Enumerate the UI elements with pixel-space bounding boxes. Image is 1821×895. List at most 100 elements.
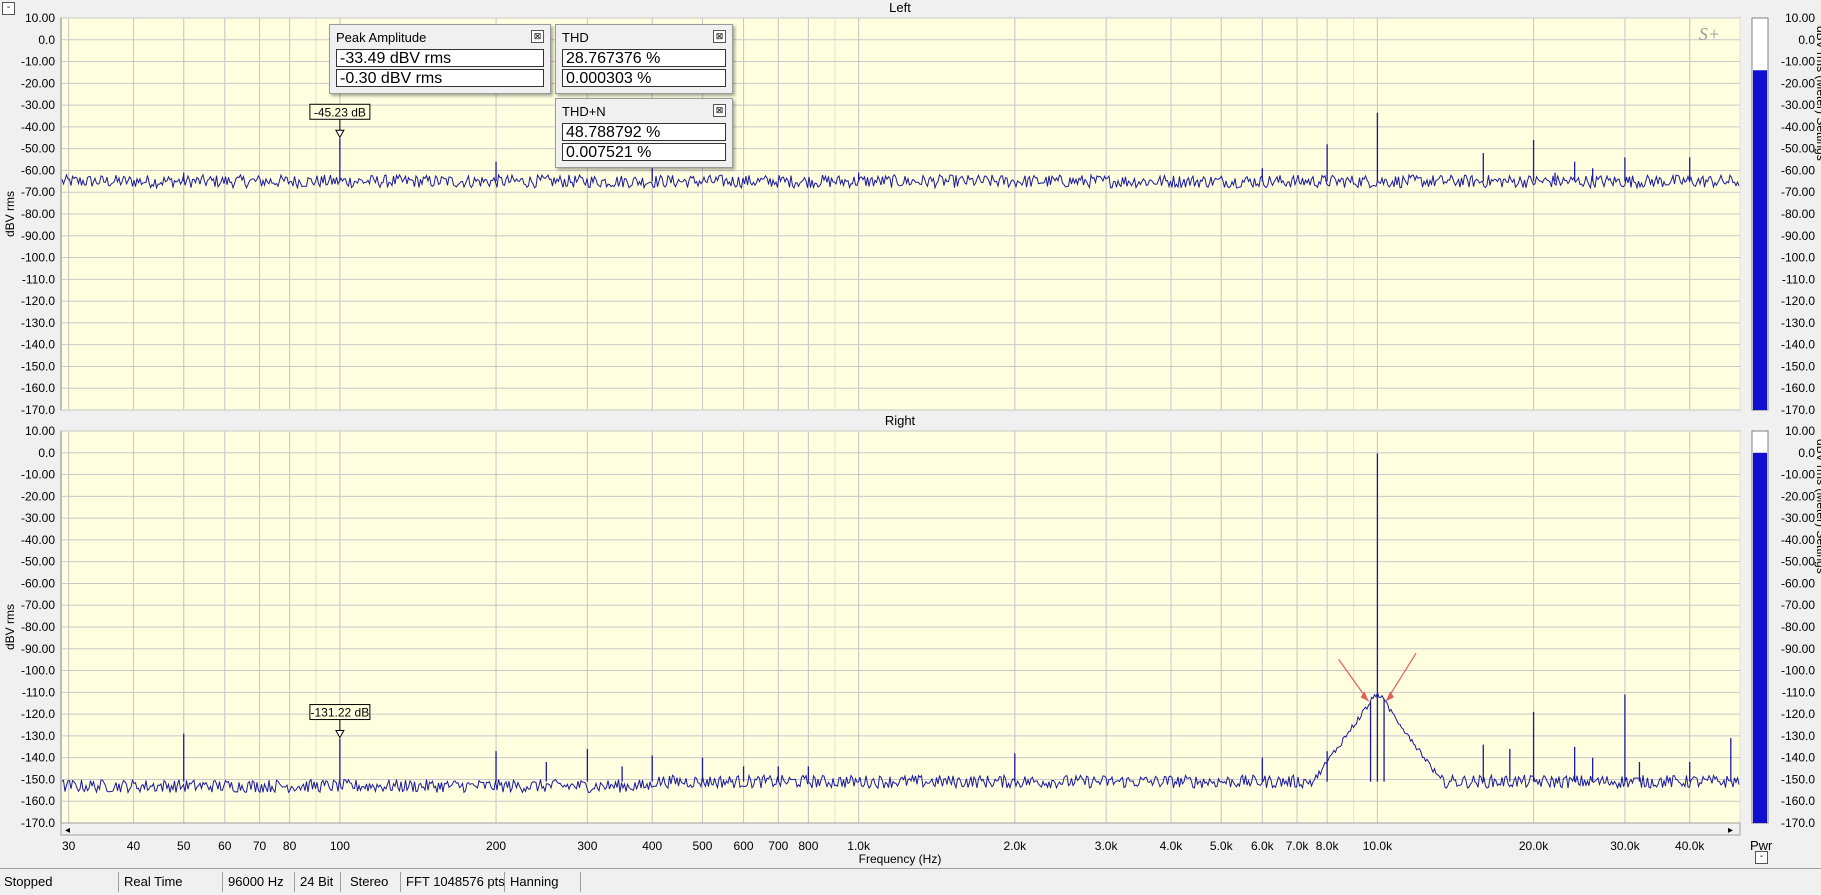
meter-tick-label: -100.0: [1781, 664, 1815, 678]
y-tick-label: -90.00: [21, 642, 55, 656]
x-tick-label: 800: [798, 839, 818, 853]
status-rate: 96000 Hz: [224, 872, 295, 892]
y-tick-label: -140.0: [21, 751, 55, 765]
meter-tick-label: -40.00: [1781, 533, 1815, 547]
y-tick-label: -170.0: [21, 816, 55, 830]
x-tick-label: 80: [283, 839, 297, 853]
peak-amplitude-left: -33.49 dBV rms: [336, 49, 544, 67]
y-tick-label: -40.00: [21, 120, 55, 134]
y-tick-label: -150.0: [21, 359, 55, 373]
scroll-left-icon[interactable]: ◂: [65, 825, 70, 836]
thdn-box[interactable]: THD+N ⊠ 48.788792 % 0.007521 %: [555, 98, 733, 168]
x-tick-label: 40: [127, 839, 141, 853]
thdn-left: 48.788792 %: [562, 123, 726, 141]
y-tick-label: -10.00: [21, 468, 55, 482]
meter-axis-label: dBV rms (Meter) Settings: [1814, 26, 1821, 161]
meter-tick-label: -130.0: [1781, 729, 1815, 743]
y-tick-label: 0.0: [38, 33, 55, 47]
y-tick-label: -30.00: [21, 98, 55, 112]
status-bits: 24 Bit: [296, 872, 341, 892]
y-tick-label: 10.00: [25, 424, 55, 438]
x-tick-label: 10.0k: [1363, 839, 1393, 853]
meter-tick-label: -20.00: [1781, 76, 1815, 90]
y-tick-label: -20.00: [21, 489, 55, 503]
y-tick-label: -160.0: [21, 794, 55, 808]
meter-tick-label: 0.0: [1798, 33, 1815, 47]
meter-tick-label: -20.00: [1781, 489, 1815, 503]
y-tick-label: -100.0: [21, 251, 55, 265]
meter-tick-label: -40.00: [1781, 120, 1815, 134]
y-tick-label: -80.00: [21, 620, 55, 634]
meter-tick-label: -80.00: [1781, 620, 1815, 634]
panel-title: Left: [889, 0, 911, 15]
y-tick-label: 10.00: [25, 11, 55, 25]
meter-tick-label: -50.00: [1781, 142, 1815, 156]
x-tick-label: 300: [577, 839, 597, 853]
left-channel-panel: Left10.00 10.000.0 0.0-10.00 -10.00-20.00 -2…: [0, 0, 1821, 417]
x-tick-label: 50: [177, 839, 191, 853]
meter-tick-label: 10.00: [1785, 424, 1815, 438]
peak-amplitude-box[interactable]: Peak Amplitude ⊠ -33.49 dBV rms -0.30 dB…: [329, 24, 551, 94]
meter-tick-label: -110.0: [1782, 685, 1815, 699]
analyzer-canvas: Left10.00 10.000.0 0.0-10.00 -10.00-20.00 -2…: [0, 0, 1821, 866]
y-axis-label: dBV rms: [3, 191, 17, 237]
meter-tick-label: -160.0: [1781, 381, 1815, 395]
y-axis-label: dBV rms: [3, 604, 17, 650]
y-tick-label: -40.00: [21, 533, 55, 547]
thd-box[interactable]: THD ⊠ 28.767376 % 0.000303 %: [555, 24, 733, 94]
status-bar: Stopped Real Time 96000 Hz 24 Bit Stereo…: [0, 868, 1821, 895]
close-icon[interactable]: ⊠: [531, 30, 544, 43]
collapse-top-icon[interactable]: -: [2, 2, 15, 15]
y-tick-label: -110.0: [22, 685, 55, 699]
y-tick-label: -50.00: [21, 555, 55, 569]
panel-title: Right: [885, 413, 916, 428]
x-tick-label: 30: [62, 839, 76, 853]
y-tick-label: -20.00: [21, 76, 55, 90]
meter-tick-label: -140.0: [1781, 338, 1815, 352]
thdn-title: THD+N: [562, 104, 606, 119]
right-channel-panel: Right 30 40 50 60 70 80 100 200 300 400 500 600 700 80…: [0, 413, 1821, 866]
y-tick-label: -90.00: [21, 229, 55, 243]
meter-axis-label: dBV rms (Meter) Settings: [1814, 439, 1821, 574]
meter-tick-label: -60.00: [1781, 576, 1815, 590]
x-tick-label: 500: [692, 839, 712, 853]
meter-tick-label: -140.0: [1781, 751, 1815, 765]
meter-tick-label: -90.00: [1781, 642, 1815, 656]
peak-amplitude-title: Peak Amplitude: [336, 30, 427, 45]
scroll-right-icon[interactable]: ▸: [1728, 825, 1733, 836]
meter-tick-label: -10.00: [1781, 468, 1815, 482]
y-tick-label: -160.0: [21, 381, 55, 395]
thd-title: THD: [562, 30, 589, 45]
close-icon[interactable]: ⊠: [713, 104, 726, 117]
x-tick-label: 60: [218, 839, 232, 853]
y-tick-label: -60.00: [21, 576, 55, 590]
y-tick-label: -60.00: [21, 163, 55, 177]
y-tick-label: -100.0: [21, 664, 55, 678]
peak-marker-label: -45.23 dB: [314, 105, 366, 119]
meter-tick-label: -170.0: [1781, 816, 1815, 830]
y-tick-label: -80.00: [21, 207, 55, 221]
meter-tick-label: -50.00: [1781, 555, 1815, 569]
close-icon[interactable]: ⊠: [713, 30, 726, 43]
meter-tick-label: -10.00: [1781, 55, 1815, 69]
level-meter-bar: [1753, 452, 1767, 823]
y-tick-label: -50.00: [21, 142, 55, 156]
y-tick-label: -130.0: [21, 316, 55, 330]
horizontal-scrollbar[interactable]: [60, 822, 1741, 836]
meter-tick-label: 0.0: [1798, 446, 1815, 460]
x-tick-label: 70: [253, 839, 267, 853]
meter-tick-label: -30.00: [1781, 511, 1815, 525]
meter-tick-label: -100.0: [1781, 251, 1815, 265]
y-tick-label: -150.0: [21, 772, 55, 786]
y-tick-label: -70.00: [21, 598, 55, 612]
y-tick-label: -110.0: [22, 272, 55, 286]
meter-tick-label: -70.00: [1781, 185, 1815, 199]
thd-left: 28.767376 %: [562, 49, 726, 67]
power-meter-label: Pwr: [1750, 838, 1773, 853]
meter-tick-label: -60.00: [1781, 163, 1815, 177]
x-tick-label: 40.0k: [1675, 839, 1705, 853]
peak-amplitude-right: -0.30 dBV rms: [336, 69, 544, 87]
y-tick-label: 0.0: [38, 446, 55, 460]
status-state: Stopped: [0, 872, 119, 892]
status-window: Hanning: [506, 872, 581, 892]
